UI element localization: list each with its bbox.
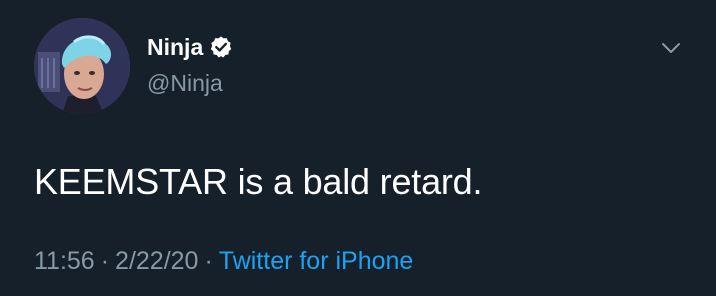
author-name-row[interactable]: Ninja [147,32,233,62]
tweet-card: Ninja @Ninja KEEMSTAR is a bald retard. … [0,0,716,296]
tweet-time[interactable]: 11:56 [34,247,95,275]
meta-separator: · [204,247,213,275]
tweet-source-link[interactable]: Twitter for iPhone [219,247,414,275]
author-handle[interactable]: @Ninja [147,70,223,97]
tweet-text: KEEMSTAR is a bald retard. [34,161,483,202]
display-name[interactable]: Ninja [147,34,203,61]
avatar-image [34,18,130,114]
tweet-date[interactable]: 2/22/20 [115,247,198,275]
chevron-down-icon[interactable] [660,37,682,59]
meta-separator: · [100,247,110,275]
tweet-meta: 11:56 · 2/22/20 · Twitter for iPhone [34,247,413,276]
verified-badge-icon [209,35,233,59]
avatar[interactable] [34,18,130,114]
